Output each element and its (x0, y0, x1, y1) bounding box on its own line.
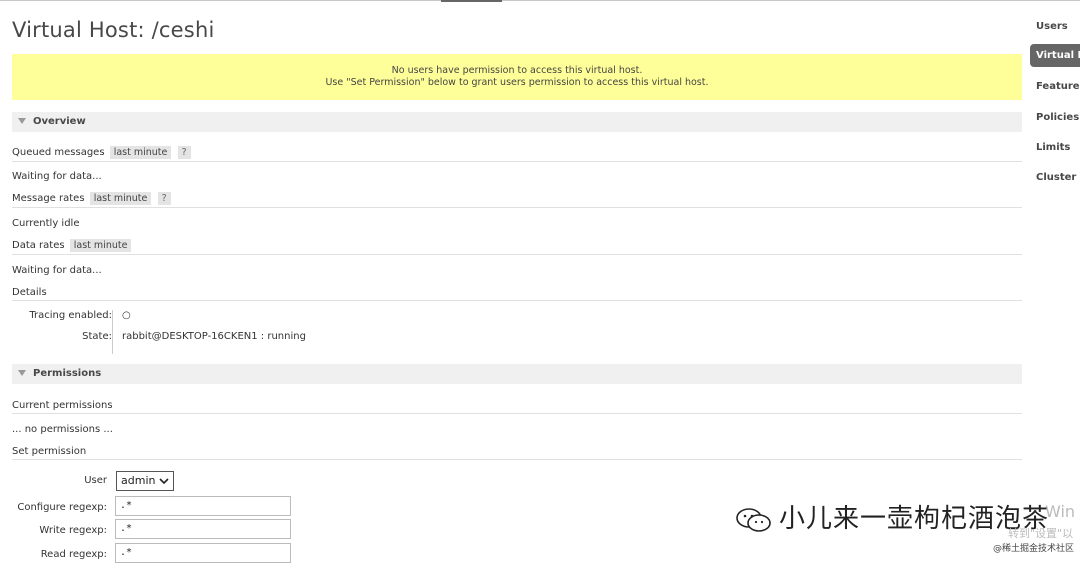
top-tab-indicator (441, 0, 502, 2)
warning-line-2: Use "Set Permission" below to grant user… (325, 77, 709, 88)
permissions-header-label: Permissions (33, 368, 102, 379)
no-permission-warning: No users have permission to access this … (12, 54, 1022, 100)
set-permission-heading: Set permission (12, 446, 1022, 460)
nav-item-virtual-hosts[interactable]: Virtual H (1030, 44, 1080, 67)
nav-item-policies[interactable]: Policies (1036, 112, 1079, 123)
current-permissions-value: ... no permissions ... (12, 424, 113, 435)
data-rates-row: Data rates last minute (12, 239, 1022, 255)
configure-regexp-input[interactable]: .* (115, 496, 291, 516)
current-permissions-heading: Current permissions (12, 400, 1022, 414)
user-label: User (84, 475, 107, 486)
queued-messages-label: Queued messages (12, 147, 105, 158)
collapse-triangle-icon (18, 370, 26, 376)
read-regexp-input[interactable]: .* (115, 543, 291, 563)
queued-range-selector[interactable]: last minute (109, 146, 172, 159)
read-regexp-label: Read regexp: (40, 549, 107, 560)
chevron-down-icon (159, 472, 169, 497)
user-select-value: admin (121, 474, 156, 487)
details-heading: Details (12, 287, 1022, 301)
message-rates-row: Message rates last minute ? (12, 192, 1022, 208)
state-label: State: (82, 331, 112, 342)
data-rates-range-selector[interactable]: last minute (69, 239, 132, 252)
state-running: running (267, 331, 306, 342)
state-node: rabbit@DESKTOP-16CKEN1 : (122, 331, 265, 342)
write-regexp-label: Write regexp: (39, 525, 107, 536)
wechat-watermark: 小儿来一壶枸杞酒泡茶 (735, 498, 1049, 535)
overview-header-label: Overview (33, 116, 86, 127)
user-select[interactable]: admin (116, 471, 174, 491)
nav-item-limits[interactable]: Limits (1036, 142, 1070, 153)
tracing-label: Tracing enabled: (29, 310, 112, 321)
juejin-watermark: @稀土掘金技术社区 (993, 544, 1075, 554)
write-regexp-input[interactable]: .* (115, 519, 291, 539)
nav-item-cluster[interactable]: Cluster (1036, 172, 1076, 183)
state-value: rabbit@DESKTOP-16CKEN1 : running (122, 331, 306, 342)
windows-activation-text: Win (1045, 502, 1076, 521)
queued-messages-row: Queued messages last minute ? (12, 146, 1022, 162)
overview-section-header[interactable]: Overview (12, 112, 1022, 132)
nav-item-feature-flags[interactable]: Feature (1036, 81, 1080, 92)
message-rates-label: Message rates (12, 193, 85, 204)
collapse-triangle-icon (18, 118, 26, 124)
queued-help-button[interactable]: ? (177, 146, 191, 159)
data-rates-label: Data rates (12, 240, 65, 251)
windows-activation-subtext: 转到"设置"以 (1008, 527, 1074, 540)
top-border (0, 0, 1080, 1)
permissions-section-header[interactable]: Permissions (12, 364, 1022, 384)
message-rates-status: Currently idle (12, 218, 80, 229)
queued-status: Waiting for data... (12, 171, 102, 182)
message-rates-help-button[interactable]: ? (157, 192, 171, 205)
nav-item-users[interactable]: Users (1036, 21, 1068, 32)
configure-regexp-label: Configure regexp: (17, 502, 107, 513)
details-separator (112, 310, 113, 354)
message-rates-range-selector[interactable]: last minute (89, 192, 152, 205)
wechat-icon (735, 507, 773, 533)
page-title: Virtual Host: /ceshi (12, 18, 215, 42)
tracing-value[interactable]: ○ (122, 310, 131, 321)
warning-line-1: No users have permission to access this … (391, 65, 643, 76)
data-rates-status: Waiting for data... (12, 265, 102, 276)
